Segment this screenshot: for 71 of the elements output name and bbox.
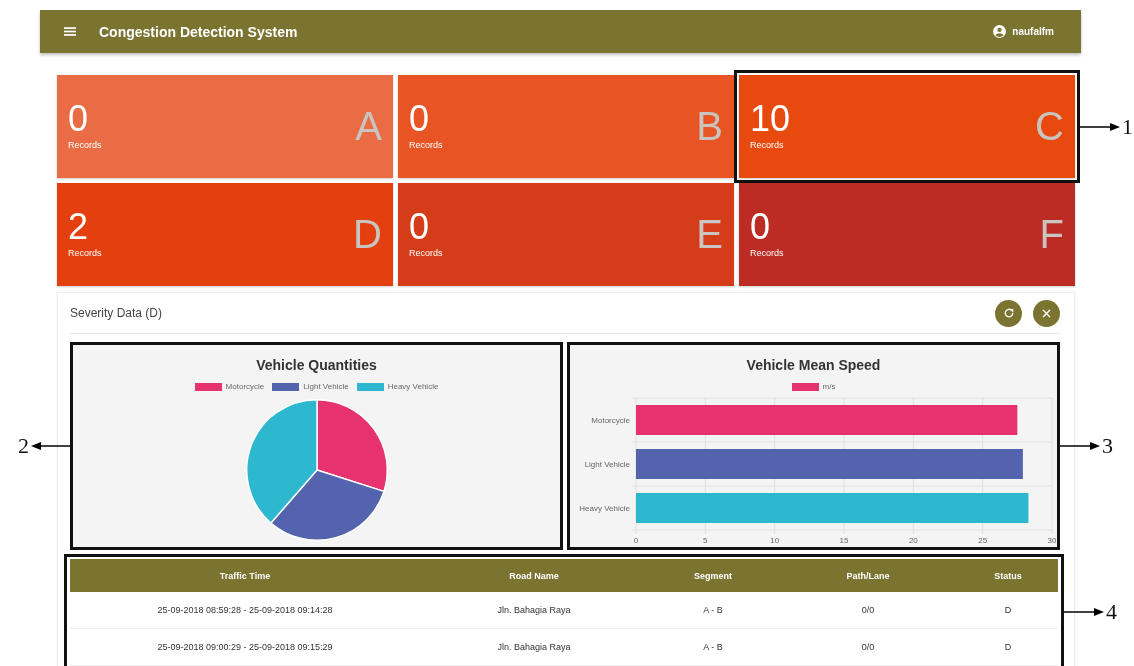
stat-card[interactable]: 0 Records F <box>739 183 1075 286</box>
card-caption: Records <box>409 139 443 150</box>
record-count: 0 <box>409 207 431 246</box>
refresh-button[interactable] <box>995 299 1022 327</box>
card-caption: Records <box>68 247 102 258</box>
table-cell-text: Jln. Bahagia Raya <box>496 642 572 652</box>
category-label: Motorcycle <box>590 416 630 425</box>
callout-arrow <box>1080 121 1120 132</box>
table-cell-text: 25-09-2018 09:00:29 - 25-09-2018 09:15:29 <box>156 642 334 652</box>
callout-number: 3 <box>1102 433 1113 459</box>
close-icon <box>1041 307 1052 319</box>
table-cell-text: D <box>1003 642 1013 652</box>
callout-number: 2 <box>18 433 29 459</box>
axis-tick-label: 5 <box>702 536 708 545</box>
close-button[interactable] <box>1033 299 1060 327</box>
legend-label: Heavy Vehicle <box>387 382 439 391</box>
legend-label: Motorcycle <box>225 382 265 391</box>
panel-title: Severity Data (D) <box>70 306 163 320</box>
table-cell-text: 0/0 <box>860 642 876 652</box>
card-caption: Records <box>68 139 102 150</box>
record-count: 2 <box>68 207 90 246</box>
legend-label: m/s <box>822 382 836 391</box>
severity-letter: C <box>1035 104 1064 149</box>
column-header: Segment <box>693 570 733 581</box>
callout-arrow <box>31 441 71 451</box>
refresh-icon <box>1002 307 1015 319</box>
callout-number: 1 <box>1122 113 1133 140</box>
axis-tick-label: 25 <box>977 536 987 545</box>
card-caption: Records <box>750 139 785 150</box>
table-cell-text: Jln. Bahagia Raya <box>496 605 572 615</box>
table-cell-text: 0/0 <box>860 605 876 615</box>
category-label: Light Vehicle <box>584 460 630 469</box>
column-header: Road Name <box>508 570 560 581</box>
menu-icon[interactable] <box>64 27 76 36</box>
axis-tick-label: 15 <box>839 536 848 545</box>
category-label: Heavy Vehicle <box>578 504 630 513</box>
stat-card[interactable]: 0 Records E <box>398 183 734 286</box>
severity-letter: F <box>1039 212 1064 257</box>
table-cell-text: A - B <box>702 642 724 652</box>
record-count: 0 <box>750 207 772 246</box>
table-cell-text: D <box>1003 605 1013 615</box>
account-icon[interactable] <box>993 25 1007 38</box>
stat-card[interactable]: 0 Records B <box>398 75 734 178</box>
axis-tick-label: 30 <box>1047 536 1056 545</box>
callout-number: 4 <box>1106 598 1117 625</box>
severity-letter: E <box>696 212 723 257</box>
record-count: 0 <box>68 99 90 138</box>
record-count: 10 <box>750 99 791 138</box>
record-count: 0 <box>409 99 431 138</box>
table-cell-text: A - B <box>702 605 724 615</box>
callout-arrow <box>1064 606 1104 617</box>
severity-letter: A <box>355 104 382 149</box>
user-name[interactable]: naufalfm <box>1012 26 1054 37</box>
stat-card[interactable]: 0 Records A <box>57 75 393 178</box>
stat-card[interactable]: 2 Records D <box>57 183 393 286</box>
column-header: Traffic Time <box>218 570 272 581</box>
card-caption: Records <box>409 247 443 258</box>
axis-tick-label: 10 <box>769 536 779 545</box>
app-title: Congestion Detection System <box>99 23 298 40</box>
card-caption: Records <box>750 247 784 258</box>
severity-letter: B <box>696 104 723 149</box>
column-header: Status <box>993 570 1023 581</box>
axis-tick-label: 0 <box>633 536 638 545</box>
legend-label: Light Vehicle <box>303 382 349 391</box>
callout-arrow <box>1060 441 1100 451</box>
chart-title: Vehicle Quantities <box>256 357 377 373</box>
table-cell-text: 25-09-2018 08:59:28 - 25-09-2018 09:14:28 <box>156 605 334 615</box>
axis-tick-label: 20 <box>908 536 918 545</box>
chart-title: Vehicle Mean Speed <box>746 357 881 373</box>
column-header: Path/Lane <box>845 570 891 581</box>
severity-letter: D <box>353 212 382 257</box>
